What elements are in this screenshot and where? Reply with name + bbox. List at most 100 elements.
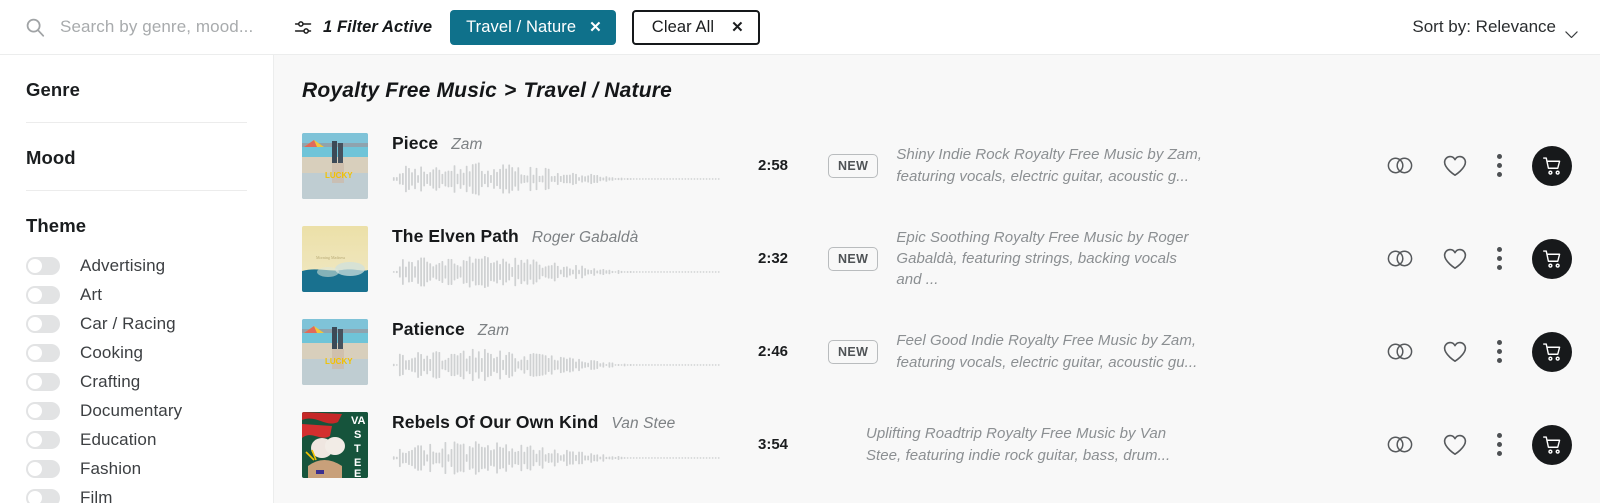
breadcrumb-root[interactable]: Royalty Free Music — [302, 79, 497, 102]
heart-icon[interactable] — [1443, 434, 1467, 456]
results-panel: Royalty Free Music > Travel / Nature LUCKY… — [274, 55, 1600, 503]
close-icon[interactable]: ✕ — [731, 20, 744, 35]
track-duration: 3:54 — [758, 436, 789, 453]
top-toolbar: 1 Filter Active Travel / Nature ✕ Clear … — [0, 0, 1600, 55]
theme-toggle-row[interactable]: Art — [26, 280, 247, 309]
track-actions — [1387, 331, 1578, 372]
album-art[interactable]: Morning Madness — [302, 225, 368, 292]
theme-toggle-row[interactable]: Fashion — [26, 454, 247, 483]
track-info: Piece Zam — [392, 133, 722, 198]
filter-sidebar: Genre Mood Theme Advertising Art Car / Rac… — [0, 55, 274, 503]
track-row[interactable]: Morning Madness The Elven Path Roger Gabal… — [274, 212, 1600, 305]
overlapping-circles-icon[interactable] — [1387, 436, 1413, 453]
theme-label: Art — [80, 284, 103, 304]
track-title[interactable]: Rebels Of Our Own Kind — [392, 412, 598, 433]
search-input[interactable] — [60, 17, 270, 37]
waveform[interactable] — [392, 160, 722, 198]
track-artist[interactable]: Roger Gabaldà — [532, 229, 638, 247]
theme-toggle-row[interactable]: Film — [26, 483, 247, 503]
theme-toggle-row[interactable]: Documentary — [26, 396, 247, 425]
active-filter-chip-travel-nature[interactable]: Travel / Nature ✕ — [450, 9, 616, 45]
sidebar-section-genre[interactable]: Genre — [26, 55, 247, 123]
track-title[interactable]: Patience — [392, 319, 465, 340]
kebab-menu-icon[interactable] — [1497, 247, 1502, 270]
track-info: The Elven Path Roger Gabaldà — [392, 226, 722, 291]
toggle-switch[interactable] — [26, 430, 60, 449]
track-title-line: Rebels Of Our Own Kind Van Stee — [392, 412, 722, 433]
track-title-line: Piece Zam — [392, 133, 722, 154]
close-icon[interactable]: ✕ — [589, 20, 602, 35]
breadcrumb: Royalty Free Music > Travel / Nature — [274, 55, 1600, 103]
svg-text:S: S — [354, 429, 361, 441]
track-list: LUCKY Piece Zam 2:58 NEW Shiny Indie Rock Roy… — [274, 103, 1600, 491]
album-art[interactable]: LUCKY — [302, 132, 368, 199]
filter-active-indicator[interactable]: 1 Filter Active — [293, 17, 432, 38]
track-title[interactable]: The Elven Path — [392, 226, 519, 247]
heart-icon[interactable] — [1443, 155, 1467, 177]
chevron-down-icon — [1565, 23, 1578, 38]
toggle-switch[interactable] — [26, 343, 60, 362]
track-artist[interactable]: Zam — [451, 136, 482, 154]
toggle-switch[interactable] — [26, 459, 60, 478]
add-to-cart-button[interactable] — [1532, 145, 1572, 186]
track-description: Feel Good Indie Royalty Free Music by Za… — [896, 332, 1198, 371]
breadcrumb-current: Travel / Nature — [523, 79, 672, 102]
kebab-menu-icon[interactable] — [1497, 433, 1502, 456]
heart-icon[interactable] — [1443, 341, 1467, 363]
track-info: Rebels Of Our Own Kind Van Stee — [392, 412, 722, 477]
track-duration: 2:46 — [758, 343, 789, 360]
kebab-menu-icon[interactable] — [1497, 154, 1502, 177]
album-art[interactable]: LUCKY — [302, 318, 368, 385]
overlapping-circles-icon[interactable] — [1387, 343, 1413, 360]
new-badge: NEW — [828, 339, 879, 364]
track-title[interactable]: Piece — [392, 133, 438, 154]
theme-label: Fashion — [80, 458, 142, 478]
svg-text:VA: VA — [351, 415, 366, 427]
theme-toggle-row[interactable]: Crafting — [26, 367, 247, 396]
track-artist[interactable]: Van Stee — [611, 415, 675, 433]
heart-icon[interactable] — [1443, 248, 1467, 270]
track-row[interactable]: LUCKY Patience Zam 2:46 NEW Feel Good Indie R… — [274, 305, 1600, 398]
sidebar-section-mood[interactable]: Mood — [26, 123, 247, 191]
overlapping-circles-icon[interactable] — [1387, 157, 1413, 174]
theme-label: Film — [80, 487, 113, 503]
music-library-page: 1 Filter Active Travel / Nature ✕ Clear … — [0, 0, 1600, 503]
theme-toggle-row[interactable]: Car / Racing — [26, 309, 247, 338]
waveform[interactable] — [392, 346, 722, 384]
album-art[interactable]: VA S T E E — [302, 411, 368, 478]
waveform[interactable] — [392, 253, 722, 291]
theme-toggle-row[interactable]: Cooking — [26, 338, 247, 367]
add-to-cart-button[interactable] — [1532, 238, 1572, 279]
clear-all-button[interactable]: Clear All ✕ — [631, 9, 760, 45]
track-row[interactable]: VA S T E E Rebels Of Our Own Kind Van Stee 3:54… — [274, 398, 1600, 491]
overlapping-circles-icon[interactable] — [1387, 250, 1413, 267]
theme-toggle-row[interactable]: Education — [26, 425, 247, 454]
track-duration: 2:32 — [758, 250, 789, 267]
toggle-switch[interactable] — [26, 372, 60, 391]
theme-label: Education — [80, 429, 157, 449]
chip-label: Travel / Nature — [466, 17, 577, 36]
svg-text:LUCKY: LUCKY — [325, 357, 353, 366]
add-to-cart-button[interactable] — [1532, 424, 1572, 465]
toggle-switch[interactable] — [26, 314, 60, 333]
toggle-switch[interactable] — [26, 488, 60, 503]
toggle-switch[interactable] — [26, 285, 60, 304]
sort-dropdown[interactable]: Sort by: Relevance — [1412, 17, 1578, 38]
waveform[interactable] — [392, 439, 722, 477]
add-to-cart-button[interactable] — [1532, 331, 1572, 372]
track-description: Uplifting Roadtrip Royalty Free Music by… — [866, 425, 1171, 464]
search-box[interactable] — [24, 16, 279, 38]
theme-toggle-row[interactable]: Advertising — [26, 251, 247, 280]
track-artist[interactable]: Zam — [478, 322, 509, 340]
sliders-icon — [293, 17, 314, 38]
track-description: Epic Soothing Royalty Free Music by Roge… — [896, 228, 1189, 289]
search-icon — [24, 16, 46, 38]
track-duration: 2:58 — [758, 157, 789, 174]
track-actions — [1387, 145, 1578, 186]
track-row[interactable]: LUCKY Piece Zam 2:58 NEW Shiny Indie Rock Roy… — [274, 119, 1600, 212]
track-title-line: The Elven Path Roger Gabaldà — [392, 226, 722, 247]
toggle-switch[interactable] — [26, 401, 60, 420]
track-actions — [1387, 424, 1578, 465]
toggle-switch[interactable] — [26, 256, 60, 275]
kebab-menu-icon[interactable] — [1497, 340, 1502, 363]
